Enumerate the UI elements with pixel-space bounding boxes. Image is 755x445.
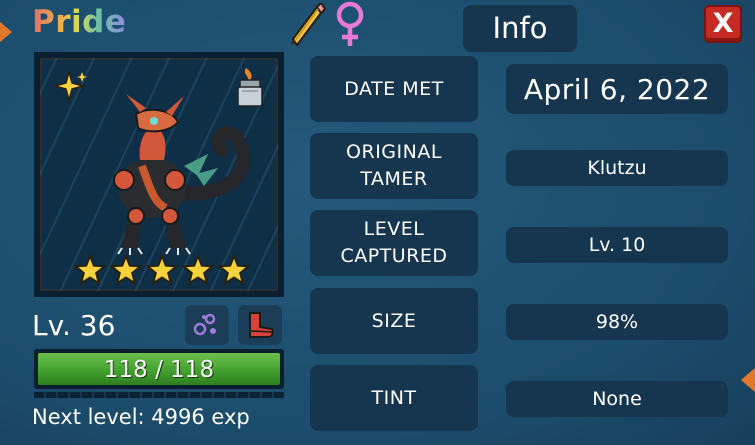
close-icon: X	[712, 8, 734, 39]
original-tamer-label-line2: TAMER	[360, 168, 428, 190]
pet-name: Pride	[32, 4, 127, 40]
hp-bar-fill: 118 / 118	[38, 353, 280, 385]
star-icon	[73, 254, 107, 286]
close-button[interactable]: X	[704, 5, 742, 43]
pencil-icon[interactable]	[287, 3, 327, 47]
original-tamer-value: Klutzu	[506, 150, 728, 186]
level-captured-label-line1: LEVEL	[363, 218, 425, 240]
pet-portrait	[34, 52, 284, 297]
star-icon	[181, 254, 215, 286]
level-captured-label-line2: CAPTURED	[340, 245, 448, 267]
star-icon	[109, 254, 143, 286]
date-met-label-text: DATE MET	[344, 77, 444, 100]
hp-bar: 118 / 118	[34, 349, 284, 389]
original-tamer-label-line1: ORIGINAL	[346, 141, 442, 163]
pet-creature-image	[113, 94, 250, 255]
size-label-text: SIZE	[371, 309, 417, 332]
tint-value: None	[506, 381, 728, 417]
size-label: SIZE	[310, 288, 478, 354]
bubbles-skill-icon[interactable]	[185, 305, 229, 345]
level-captured-value: Lv. 10	[506, 227, 728, 263]
boot-skill-icon[interactable]	[238, 305, 282, 345]
exp-bar	[34, 392, 284, 398]
hp-text: 118 / 118	[103, 357, 215, 383]
size-value: 98%	[506, 304, 728, 340]
pet-level: Lv. 36	[32, 309, 116, 342]
date-met-value: April 6, 2022	[506, 64, 728, 114]
info-title: Info	[463, 5, 577, 52]
right-edge-marker	[741, 368, 755, 392]
left-edge-marker	[0, 22, 12, 42]
next-level-text: Next level: 4996 exp	[32, 405, 250, 429]
original-tamer-label: ORIGINAL TAMER	[310, 133, 478, 199]
tint-label: TINT	[310, 365, 478, 431]
date-met-label: DATE MET	[310, 56, 478, 122]
star-icon	[145, 254, 179, 286]
female-icon	[336, 1, 364, 46]
tint-label-text: TINT	[371, 386, 417, 409]
star-icon	[217, 254, 251, 286]
star-rating	[73, 254, 251, 286]
level-captured-label: LEVEL CAPTURED	[310, 210, 478, 276]
